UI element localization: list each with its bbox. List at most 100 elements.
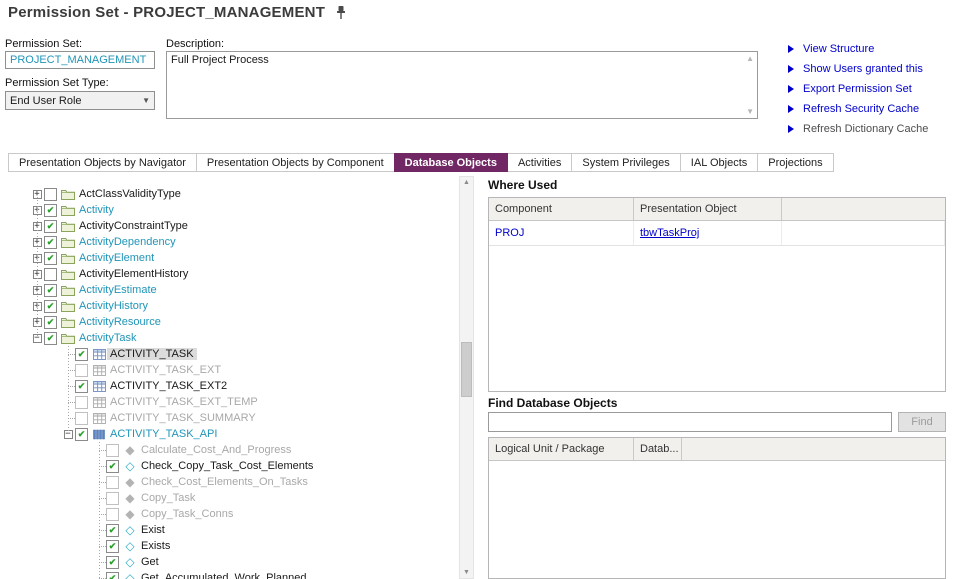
checkbox[interactable]: ✔: [44, 332, 57, 345]
checkbox[interactable]: ✔: [44, 316, 57, 329]
checkbox[interactable]: [106, 444, 119, 457]
tree-item-label[interactable]: ACTIVITY_TASK_SUMMARY: [107, 412, 259, 424]
find-button[interactable]: Find: [898, 412, 946, 432]
tree-item-activity-task-ext2[interactable]: ✔ ACTIVITY_TASK_EXT2: [8, 378, 458, 394]
tree-item-label[interactable]: Check_Cost_Elements_On_Tasks: [138, 476, 311, 488]
tree-item-activityelement[interactable]: +✔ActivityElement: [8, 250, 458, 266]
tab-ial-objects[interactable]: IAL Objects: [680, 153, 758, 172]
tree-item-label[interactable]: ActivityHistory: [76, 300, 151, 312]
tree-item-activity-task-ext-temp[interactable]: ACTIVITY_TASK_EXT_TEMP: [8, 394, 458, 410]
scrollbar-up-icon[interactable]: ▲: [460, 179, 473, 186]
column-header-logical-unit-package[interactable]: Logical Unit / Package: [489, 438, 634, 460]
action-refresh-dictionary-cache[interactable]: Refresh Dictionary Cache: [788, 119, 928, 139]
tree-item-label[interactable]: Get_Accumulated_Work_Planned: [138, 572, 310, 579]
tree-item-label[interactable]: Check_Copy_Task_Cost_Elements: [138, 460, 316, 472]
tree-item-get[interactable]: ✔◇Get: [8, 554, 458, 570]
tree-item-label[interactable]: Calculate_Cost_And_Progress: [138, 444, 294, 456]
tree-item-exist[interactable]: ✔◇Exist: [8, 522, 458, 538]
column-header-component[interactable]: Component: [489, 198, 634, 220]
checkbox[interactable]: [106, 508, 119, 521]
tree-item-label[interactable]: Copy_Task: [138, 492, 198, 504]
tab-presentation-objects-by-navigator[interactable]: Presentation Objects by Navigator: [8, 153, 197, 172]
tree-item-label[interactable]: ActivityElement: [76, 252, 157, 264]
checkbox[interactable]: ✔: [106, 460, 119, 473]
tree-item-activitytask[interactable]: −✔ActivityTask: [8, 330, 458, 346]
checkbox[interactable]: [106, 492, 119, 505]
checkbox[interactable]: ✔: [44, 204, 57, 217]
tree-item-calculate-cost-and-progress[interactable]: ◆Calculate_Cost_And_Progress: [8, 442, 458, 458]
tree-item-label[interactable]: ActivityTask: [76, 332, 139, 344]
checkbox[interactable]: ✔: [75, 428, 88, 441]
checkbox[interactable]: [106, 476, 119, 489]
pin-icon[interactable]: [335, 5, 347, 20]
action-refresh-security-cache[interactable]: Refresh Security Cache: [788, 99, 928, 119]
tree-item-activityelementhistory[interactable]: +ActivityElementHistory: [8, 266, 458, 282]
tree-item-activity-task-summary[interactable]: ACTIVITY_TASK_SUMMARY: [8, 410, 458, 426]
tree-item-activityconstrainttype[interactable]: +✔ActivityConstraintType: [8, 218, 458, 234]
tree-item-label[interactable]: Exists: [138, 540, 173, 552]
checkbox[interactable]: ✔: [44, 220, 57, 233]
tree-item-label[interactable]: ActivityEstimate: [76, 284, 160, 296]
action-view-structure[interactable]: View Structure: [788, 39, 928, 59]
tree-item-activitydependency[interactable]: +✔ActivityDependency: [8, 234, 458, 250]
checkbox[interactable]: ✔: [44, 252, 57, 265]
tree-item-label[interactable]: ActClassValidityType: [76, 188, 184, 200]
tree-item-label[interactable]: ACTIVITY_TASK_API: [107, 428, 220, 440]
checkbox[interactable]: ✔: [106, 556, 119, 569]
checkbox[interactable]: ✔: [106, 540, 119, 553]
checkbox[interactable]: ✔: [106, 524, 119, 537]
tree-item-label[interactable]: Copy_Task_Conns: [138, 508, 236, 520]
checkbox[interactable]: ✔: [44, 236, 57, 249]
tree-item-label[interactable]: ActivityElementHistory: [76, 268, 191, 280]
tree-item-label[interactable]: ActivityResource: [76, 316, 164, 328]
permission-set-input[interactable]: PROJECT_MANAGEMENT: [5, 51, 155, 69]
tree-item-check-copy-task-cost-elements[interactable]: ✔◇Check_Copy_Task_Cost_Elements: [8, 458, 458, 474]
tree-item-activity-task[interactable]: ✔ ACTIVITY_TASK: [8, 346, 458, 362]
tree-item-exists[interactable]: ✔◇Exists: [8, 538, 458, 554]
permission-set-type-select[interactable]: End User Role ▼: [5, 91, 155, 110]
tree-item-label[interactable]: ACTIVITY_TASK_EXT_TEMP: [107, 396, 261, 408]
tree-item-activityresource[interactable]: +✔ActivityResource: [8, 314, 458, 330]
tree-item-activity-task-api[interactable]: −✔ACTIVITY_TASK_API: [8, 426, 458, 442]
column-header-database[interactable]: Datab...: [634, 438, 682, 460]
tree-item-label[interactable]: ACTIVITY_TASK_EXT2: [107, 380, 230, 392]
tree-item-label[interactable]: Exist: [138, 524, 168, 536]
description-textarea[interactable]: Full Project Process ▲ ▼: [166, 51, 758, 119]
tree-item-label[interactable]: Get: [138, 556, 162, 568]
table-row[interactable]: PROJtbwTaskProj: [489, 221, 945, 246]
tab-activities[interactable]: Activities: [507, 153, 572, 172]
tree-item-copy-task[interactable]: ◆Copy_Task: [8, 490, 458, 506]
checkbox[interactable]: [44, 188, 57, 201]
tab-projections[interactable]: Projections: [757, 153, 833, 172]
tree-item-activityestimate[interactable]: +✔ActivityEstimate: [8, 282, 458, 298]
tree-item-copy-task-conns[interactable]: ◆Copy_Task_Conns: [8, 506, 458, 522]
tab-system-privileges[interactable]: System Privileges: [571, 153, 680, 172]
tree-item-get-accumulated-work-planned[interactable]: ✔◇Get_Accumulated_Work_Planned: [8, 570, 458, 579]
action-export-permission-set[interactable]: Export Permission Set: [788, 79, 928, 99]
tree-item-label[interactable]: ACTIVITY_TASK_EXT: [107, 364, 224, 376]
action-show-users-granted-this[interactable]: Show Users granted this: [788, 59, 928, 79]
tab-presentation-objects-by-component[interactable]: Presentation Objects by Component: [196, 153, 395, 172]
checkbox[interactable]: ✔: [106, 572, 119, 579]
tree-item-check-cost-elements-on-tasks[interactable]: ◆Check_Cost_Elements_On_Tasks: [8, 474, 458, 490]
tree-item-activityhistory[interactable]: +✔ActivityHistory: [8, 298, 458, 314]
scrollbar-thumb[interactable]: [461, 342, 472, 397]
checkbox[interactable]: [75, 364, 88, 377]
tree-item-activity[interactable]: +✔Activity: [8, 202, 458, 218]
tree-item-label[interactable]: ACTIVITY_TASK: [107, 348, 197, 360]
tree-item-activity-task-ext[interactable]: ACTIVITY_TASK_EXT: [8, 362, 458, 378]
tree-scrollbar[interactable]: ▲ ▼: [459, 176, 474, 579]
checkbox[interactable]: [75, 412, 88, 425]
tab-database-objects[interactable]: Database Objects: [394, 153, 508, 172]
checkbox[interactable]: [44, 268, 57, 281]
tree-item-actclassvaliditytype[interactable]: +ActClassValidityType: [8, 186, 458, 202]
column-header-presentation-object[interactable]: Presentation Object: [634, 198, 782, 220]
tree-item-label[interactable]: ActivityConstraintType: [76, 220, 191, 232]
checkbox[interactable]: ✔: [44, 284, 57, 297]
presentation-object-link[interactable]: tbwTaskProj: [640, 227, 699, 239]
scrollbar-down-icon[interactable]: ▼: [460, 569, 473, 576]
checkbox[interactable]: ✔: [75, 348, 88, 361]
checkbox[interactable]: ✔: [75, 380, 88, 393]
find-database-objects-input[interactable]: [488, 412, 892, 432]
tree-item-label[interactable]: Activity: [76, 204, 117, 216]
